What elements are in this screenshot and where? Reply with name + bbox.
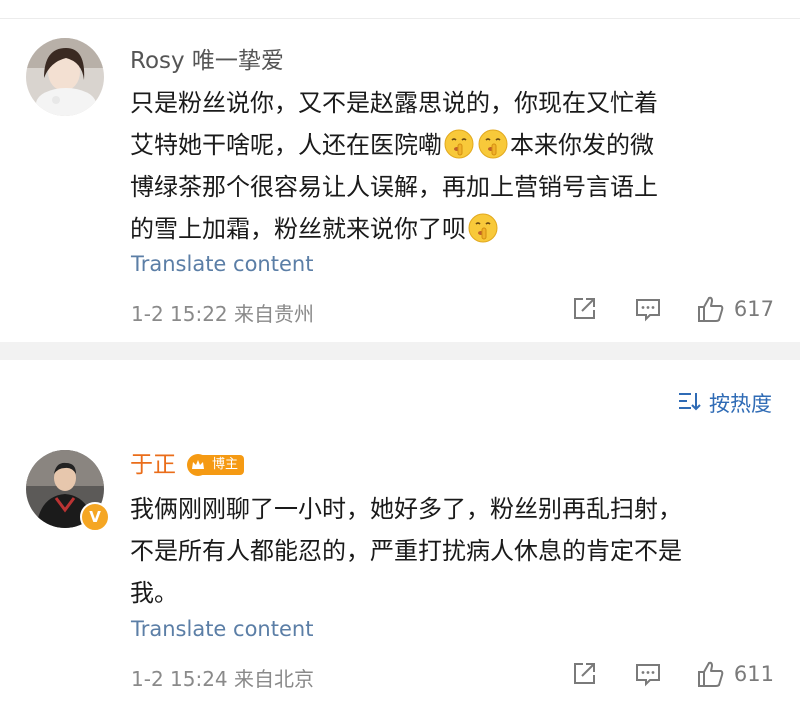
section-separator xyxy=(0,342,800,360)
comment-line: 的雪上加霜，粉丝就来说你了呗 xyxy=(130,208,770,250)
like-button[interactable]: 617 xyxy=(696,294,774,324)
shushing-face-emoji-icon xyxy=(468,213,498,243)
sort-icon xyxy=(677,390,709,417)
creator-badge: 博主 xyxy=(187,453,245,477)
shushing-face-emoji-icon xyxy=(478,129,508,159)
comment-actions: 617 xyxy=(570,294,774,324)
share-button[interactable] xyxy=(570,660,598,688)
sort-by-hot-button[interactable]: 按热度 xyxy=(677,388,772,418)
shushing-face-emoji-icon xyxy=(444,129,474,159)
like-count: 611 xyxy=(733,662,774,686)
username[interactable]: 于正 xyxy=(130,450,176,480)
reply-button[interactable] xyxy=(634,660,662,688)
like-count: 617 xyxy=(733,297,774,321)
comment-icon xyxy=(634,295,662,323)
top-divider xyxy=(0,18,800,19)
comment-meta: 1-2 15:22 来自贵州 xyxy=(131,298,314,327)
comment-line: 艾特她干啥呢，人还在医院嘞 本来你发的微 xyxy=(130,124,770,166)
comment-line: 不是所有人都能忍的，严重打扰病人休息的肯定不是 xyxy=(130,537,682,565)
share-icon xyxy=(570,660,598,688)
reply-button[interactable] xyxy=(634,295,662,323)
comment-line: 我。 xyxy=(130,579,178,607)
thumbs-up-icon xyxy=(696,659,726,689)
share-icon xyxy=(570,295,598,323)
share-button[interactable] xyxy=(570,295,598,323)
translate-link[interactable]: Translate content xyxy=(131,617,313,641)
crown-icon xyxy=(187,454,209,476)
like-button[interactable]: 611 xyxy=(696,659,774,689)
comment-text: 只是粉丝说你，又不是赵露思说的，你现在又忙着 艾特她干啥呢，人还在医院嘞 本来你发… xyxy=(130,82,770,250)
comment-text: 我俩刚刚聊了一小时，她好多了，粉丝别再乱扫射， 不是所有人都能忍的，严重打扰病人… xyxy=(130,488,770,614)
verified-icon: V xyxy=(80,502,110,532)
comment-line: 我俩刚刚聊了一小时，她好多了，粉丝别再乱扫射， xyxy=(130,495,682,523)
comment-meta: 1-2 15:24 来自北京 xyxy=(131,663,314,692)
timestamp: 1-2 15:24 xyxy=(131,667,228,691)
comment-line-text: 本来你发的微 xyxy=(510,131,654,159)
comment-icon xyxy=(634,660,662,688)
comment-actions: 611 xyxy=(570,659,774,689)
sort-label: 按热度 xyxy=(709,392,772,416)
comment-line-text: 的雪上加霜，粉丝就来说你了呗 xyxy=(130,215,466,243)
location: 来自北京 xyxy=(234,667,315,691)
location: 来自贵州 xyxy=(234,302,315,326)
thumbs-up-icon xyxy=(696,294,726,324)
comment-line: 博绿茶那个很容易让人误解，再加上营销号言语上 xyxy=(130,173,658,201)
translate-link[interactable]: Translate content xyxy=(131,252,313,276)
username[interactable]: Rosy 唯一挚爱 xyxy=(130,46,284,76)
timestamp: 1-2 15:22 xyxy=(131,302,228,326)
comment-line: 只是粉丝说你，又不是赵露思说的，你现在又忙着 xyxy=(130,89,658,117)
comment-line-text: 艾特她干啥呢，人还在医院嘞 xyxy=(130,131,442,159)
avatar[interactable] xyxy=(26,38,104,116)
